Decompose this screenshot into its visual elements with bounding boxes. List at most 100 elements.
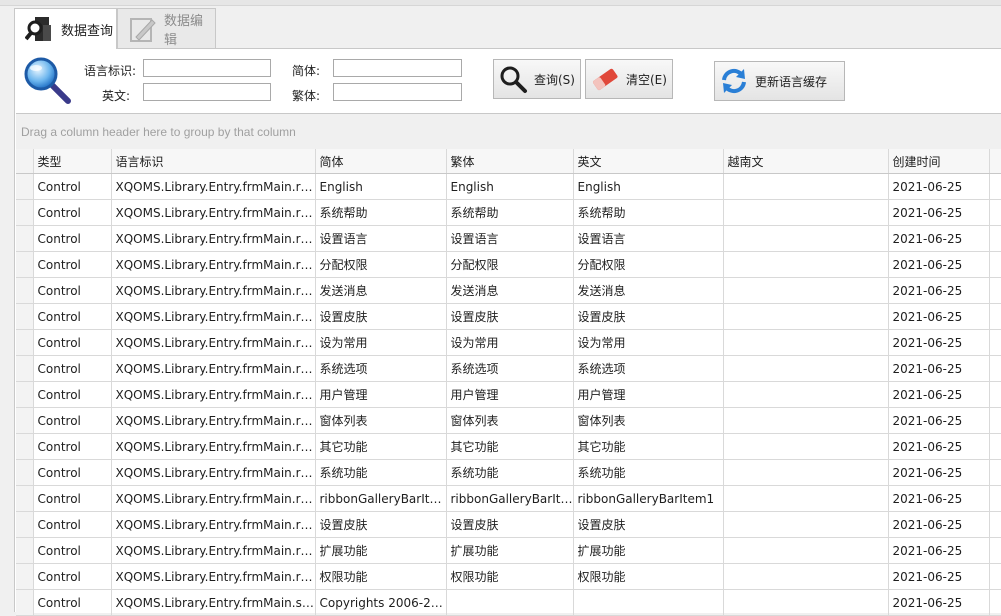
row-indicator[interactable] [16,303,34,330]
jianti-input[interactable] [333,59,462,77]
column-header-fanti[interactable]: 繁体 [446,149,574,174]
clear-button[interactable]: 清空(E) [585,59,673,99]
cell-fanti[interactable]: 设置皮肤 [446,303,574,330]
cell-type[interactable]: Control [33,589,112,616]
lang-id-input[interactable] [143,59,271,77]
table-row[interactable]: Control XQOMS.Library.Entry.frmMain.ribb.… [16,199,1001,226]
cell-english[interactable]: 发送消息 [573,277,724,304]
cell-lang-id[interactable]: XQOMS.Library.Entry.frmMain.ribb... [111,355,316,382]
row-indicator[interactable] [16,459,34,486]
cell-jianti[interactable]: 设置语言 [315,225,447,252]
cell-jianti[interactable]: 扩展功能 [315,537,447,564]
cell-created-time[interactable]: 2021-06-25 [888,589,990,616]
cell-fanti[interactable]: 系统功能 [446,459,574,486]
cell-vietnamese[interactable] [723,225,889,252]
table-row[interactable]: Control XQOMS.Library.Entry.frmMain.ribb.… [16,251,1001,278]
cell-english[interactable]: 系统帮助 [573,199,724,226]
cell-english[interactable]: 窗体列表 [573,407,724,434]
cell-jianti[interactable]: Copyrights 2006-20... [315,589,447,616]
row-indicator[interactable] [16,407,34,434]
table-row[interactable]: Control XQOMS.Library.Entry.frmMain.ribb.… [16,511,1001,538]
cell-created-time[interactable]: 2021-06-25 [888,173,990,200]
cell-fanti[interactable]: 分配权限 [446,251,574,278]
cell-created-time[interactable]: 2021-06-25 [888,563,990,590]
table-row[interactable]: Control XQOMS.Library.Entry.frmMain.ribb.… [16,563,1001,590]
row-indicator[interactable] [16,225,34,252]
cell-jianti[interactable]: 系统帮助 [315,199,447,226]
cell-jianti[interactable]: 设置皮肤 [315,511,447,538]
cell-created-time[interactable]: 2021-06-25 [888,277,990,304]
cell-vietnamese[interactable] [723,329,889,356]
cell-type[interactable]: Control [33,303,112,330]
table-row[interactable]: Control XQOMS.Library.Entry.frmMain.ribb.… [16,303,1001,330]
cell-type[interactable]: Control [33,277,112,304]
cell-created-time[interactable]: 2021-06-25 [888,251,990,278]
cell-english[interactable] [573,589,724,616]
cell-lang-id[interactable]: XQOMS.Library.Entry.frmMain.ribb... [111,381,316,408]
cell-jianti[interactable]: ribbonGalleryBarItem1 [315,485,447,512]
cell-vietnamese[interactable] [723,277,889,304]
row-indicator[interactable] [16,173,34,200]
cell-vietnamese[interactable] [723,459,889,486]
cell-jianti[interactable]: 系统功能 [315,459,447,486]
cell-fanti[interactable]: 设为常用 [446,329,574,356]
cell-fanti[interactable]: 设置皮肤 [446,511,574,538]
cell-english[interactable]: 扩展功能 [573,537,724,564]
cell-lang-id[interactable]: XQOMS.Library.Entry.frmMain.ribb... [111,225,316,252]
cell-fanti[interactable]: English [446,173,574,200]
cell-created-time[interactable]: 2021-06-25 [888,355,990,382]
cell-vietnamese[interactable] [723,589,889,616]
cell-vietnamese[interactable] [723,199,889,226]
table-row[interactable]: Control XQOMS.Library.Entry.frmMain.ribb.… [16,381,1001,408]
cell-type[interactable]: Control [33,537,112,564]
cell-fanti[interactable]: 设置语言 [446,225,574,252]
cell-type[interactable]: Control [33,173,112,200]
cell-lang-id[interactable]: XQOMS.Library.Entry.frmMain.ribb... [111,199,316,226]
cell-lang-id[interactable]: XQOMS.Library.Entry.frmMain.ribb... [111,407,316,434]
cell-english[interactable]: ribbonGalleryBarItem1 [573,485,724,512]
cell-fanti[interactable]: 其它功能 [446,433,574,460]
cell-english[interactable]: 其它功能 [573,433,724,460]
row-indicator[interactable] [16,381,34,408]
cell-created-time[interactable]: 2021-06-25 [888,381,990,408]
row-indicator[interactable] [16,329,34,356]
tab-data-query[interactable]: 数据查询 [14,8,117,49]
cell-lang-id[interactable]: XQOMS.Library.Entry.frmMain.ribb... [111,537,316,564]
cell-jianti[interactable]: 设置皮肤 [315,303,447,330]
cell-english[interactable]: 分配权限 [573,251,724,278]
cell-fanti[interactable]: 系统选项 [446,355,574,382]
cell-fanti[interactable]: 发送消息 [446,277,574,304]
cell-created-time[interactable]: 2021-06-25 [888,329,990,356]
cell-lang-id[interactable]: XQOMS.Library.Entry.frmMain.ribb... [111,433,316,460]
row-indicator[interactable] [16,277,34,304]
table-row[interactable]: Control XQOMS.Library.Entry.frmMain.ribb.… [16,277,1001,304]
cell-vietnamese[interactable] [723,433,889,460]
cell-jianti[interactable]: 设为常用 [315,329,447,356]
cell-vietnamese[interactable] [723,537,889,564]
cell-type[interactable]: Control [33,381,112,408]
table-row[interactable]: Control XQOMS.Library.Entry.frmMain.ribb.… [16,355,1001,382]
cell-type[interactable]: Control [33,199,112,226]
table-row[interactable]: Control XQOMS.Library.Entry.frmMain.ribb.… [16,537,1001,564]
table-row[interactable]: Control XQOMS.Library.Entry.frmMain.ribb.… [16,329,1001,356]
cell-created-time[interactable]: 2021-06-25 [888,225,990,252]
column-header-vietnamese[interactable]: 越南文 [723,149,889,174]
cell-jianti[interactable]: 窗体列表 [315,407,447,434]
row-indicator[interactable] [16,355,34,382]
cell-english[interactable]: 用户管理 [573,381,724,408]
cell-english[interactable]: 系统选项 [573,355,724,382]
cell-type[interactable]: Control [33,459,112,486]
cell-lang-id[interactable]: XQOMS.Library.Entry.frmMain.ribb... [111,277,316,304]
cell-type[interactable]: Control [33,433,112,460]
row-indicator[interactable] [16,563,34,590]
cell-jianti[interactable]: English [315,173,447,200]
table-row[interactable]: Control XQOMS.Library.Entry.frmMain.ribb.… [16,173,1001,200]
cell-jianti[interactable]: 发送消息 [315,277,447,304]
english-input[interactable] [143,83,271,101]
row-indicator[interactable] [16,485,34,512]
table-row[interactable]: Control XQOMS.Library.Entry.frmMain.ribb.… [16,459,1001,486]
cell-english[interactable]: 设置皮肤 [573,511,724,538]
cell-fanti[interactable]: 系统帮助 [446,199,574,226]
cell-vietnamese[interactable] [723,303,889,330]
cell-jianti[interactable]: 系统选项 [315,355,447,382]
